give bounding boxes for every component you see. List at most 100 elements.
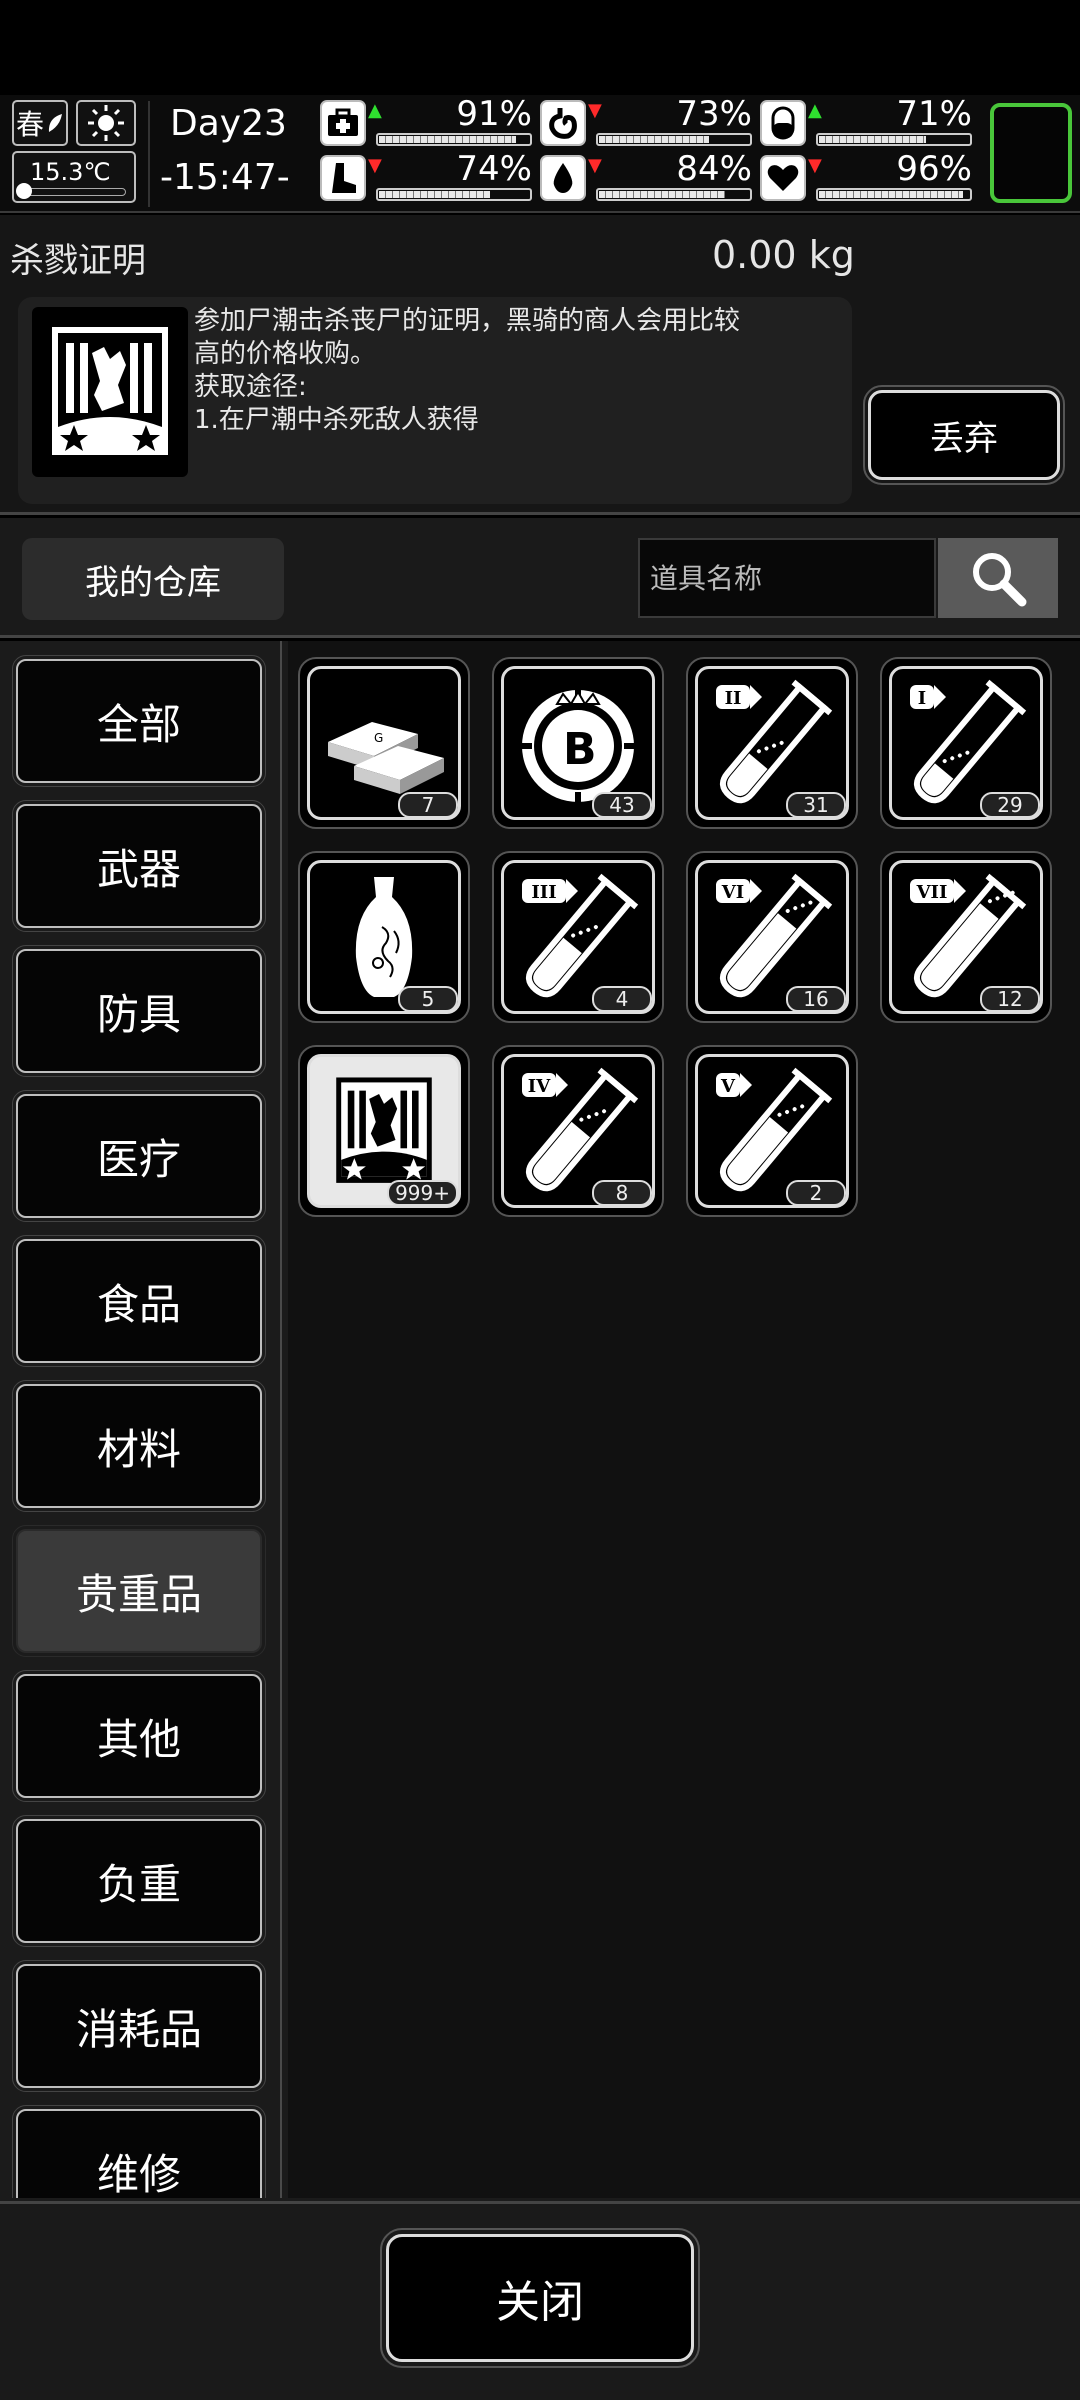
item-weight: 0.00 kg bbox=[712, 233, 855, 277]
grade-label: III bbox=[522, 879, 578, 903]
item-count: 12 bbox=[980, 986, 1040, 1012]
thermometer-icon bbox=[16, 183, 32, 199]
mood-bar bbox=[816, 188, 972, 201]
temperature-value: 15.3℃ bbox=[30, 158, 111, 186]
stamina-percent: 74% bbox=[456, 149, 532, 189]
stat-thirst: ▼ 84% bbox=[540, 149, 752, 203]
item-name: 杀戮证明 bbox=[10, 241, 146, 281]
item-count: 999+ bbox=[387, 1180, 458, 1206]
stomach-icon bbox=[540, 100, 586, 146]
category-load[interactable]: 负重 bbox=[12, 1815, 266, 1947]
hunger-bar bbox=[596, 133, 752, 146]
svg-text:VI: VI bbox=[721, 882, 744, 903]
description-line: 获取途径: bbox=[194, 372, 307, 402]
mood-percent: 96% bbox=[896, 149, 972, 189]
svg-text:V: V bbox=[720, 1076, 736, 1097]
clock: -15:47- bbox=[160, 157, 290, 198]
category-other[interactable]: 其他 bbox=[12, 1670, 266, 1802]
item-slot-coin[interactable]: B 43 bbox=[492, 657, 664, 829]
my-warehouse-button[interactable]: 我的仓库 bbox=[22, 538, 284, 620]
grade-label: IV bbox=[522, 1073, 568, 1097]
search-icon bbox=[973, 553, 1027, 607]
item-description: 参加尸潮击杀丧尸的证明，黑骑的商人会用比较 高的价格收购。 获取途径: 1.在尸… bbox=[194, 305, 834, 437]
thirst-bar bbox=[596, 188, 752, 201]
stamina-bar bbox=[376, 188, 532, 201]
trend-down-icon: ▼ bbox=[588, 155, 602, 176]
medicine-bar bbox=[816, 133, 972, 146]
item-detail-panel: 杀戮证明 0.00 kg 参加尸潮击杀丧尸的证明，黑骑的商人会用比较 高的价格收… bbox=[0, 215, 1080, 515]
item-slot-gold-bar[interactable]: G 7 bbox=[298, 657, 470, 829]
item-slot-potion-v[interactable]: V 2 bbox=[686, 1045, 858, 1217]
category-weapons[interactable]: 武器 bbox=[12, 800, 266, 932]
trend-up-icon: ▲ bbox=[368, 100, 382, 121]
hunger-percent: 73% bbox=[676, 94, 752, 134]
health-bar bbox=[376, 133, 532, 146]
item-count: 16 bbox=[786, 986, 846, 1012]
status-bar: 春 15.3℃ Day23 -15:47- ▲ 91% ▼ 73% ▲ 71% … bbox=[0, 94, 1080, 213]
item-search-input[interactable] bbox=[638, 538, 936, 618]
medkit-icon bbox=[320, 100, 366, 146]
svg-text:VII: VII bbox=[916, 882, 948, 903]
search-button[interactable] bbox=[938, 538, 1058, 618]
category-all[interactable]: 全部 bbox=[12, 655, 266, 787]
item-count: 7 bbox=[398, 792, 458, 818]
item-slot-potion-iv[interactable]: IV 8 bbox=[492, 1045, 664, 1217]
weather-indicator bbox=[76, 100, 136, 146]
water-drop-icon bbox=[540, 155, 586, 201]
description-line: 高的价格收购。 bbox=[194, 339, 377, 369]
item-count: 29 bbox=[980, 792, 1040, 818]
grade-label: VII bbox=[910, 879, 966, 903]
trend-down-icon: ▼ bbox=[808, 155, 822, 176]
category-medical[interactable]: 医疗 bbox=[12, 1090, 266, 1222]
kill-proof-icon bbox=[32, 307, 188, 477]
heart-icon bbox=[760, 155, 806, 201]
item-count: 43 bbox=[592, 792, 652, 818]
svg-text:III: III bbox=[531, 882, 556, 903]
stat-mood: ▼ 96% bbox=[760, 149, 972, 203]
item-description-box: 参加尸潮击杀丧尸的证明，黑骑的商人会用比较 高的价格收购。 获取途径: 1.在尸… bbox=[18, 297, 852, 504]
inventory-body: 全部 武器 防具 医疗 食品 材料 贵重品 其他 负重 消耗品 维修 G 7 B bbox=[0, 641, 1080, 2201]
pill-icon bbox=[760, 100, 806, 146]
item-count: 8 bbox=[592, 1180, 652, 1206]
category-consumables[interactable]: 消耗品 bbox=[12, 1960, 266, 2092]
season-label: 春 bbox=[15, 108, 44, 141]
category-repair[interactable]: 维修 bbox=[12, 2105, 266, 2198]
item-slot-potion-vi[interactable]: VI 16 bbox=[686, 851, 858, 1023]
sun-icon bbox=[88, 105, 124, 141]
item-slot-kill-proof[interactable]: 999+ bbox=[298, 1045, 470, 1217]
discard-button[interactable]: 丢弃 bbox=[863, 385, 1065, 485]
item-slot-vase[interactable]: 5 bbox=[298, 851, 470, 1023]
item-slot-potion-i[interactable]: I 29 bbox=[880, 657, 1052, 829]
stat-medicine: ▲ 71% bbox=[760, 94, 972, 148]
grade-label: II bbox=[716, 685, 762, 709]
temperature-indicator: 15.3℃ bbox=[12, 151, 136, 203]
item-slot-potion-ii[interactable]: II 31 bbox=[686, 657, 858, 829]
close-button[interactable]: 关闭 bbox=[380, 2228, 700, 2368]
trend-up-icon: ▲ bbox=[808, 100, 822, 121]
coin-icon: B bbox=[522, 690, 634, 802]
stat-stamina: ▼ 74% bbox=[320, 149, 532, 203]
medicine-percent: 71% bbox=[896, 94, 972, 134]
grade-label: VI bbox=[716, 879, 762, 903]
stat-hunger: ▼ 73% bbox=[540, 94, 752, 148]
foot-icon bbox=[320, 155, 366, 201]
category-food[interactable]: 食品 bbox=[12, 1235, 266, 1367]
status-effect-slot[interactable] bbox=[990, 103, 1072, 203]
description-line: 1.在尸潮中杀死敌人获得 bbox=[194, 405, 479, 435]
day-counter: Day23 bbox=[170, 103, 287, 144]
trend-down-icon: ▼ bbox=[368, 155, 382, 176]
category-valuables[interactable]: 贵重品 bbox=[12, 1525, 266, 1657]
category-list[interactable]: 全部 武器 防具 医疗 食品 材料 贵重品 其他 负重 消耗品 维修 bbox=[0, 641, 282, 2198]
stat-health: ▲ 91% bbox=[320, 94, 532, 148]
category-materials[interactable]: 材料 bbox=[12, 1380, 266, 1512]
item-slot-potion-vii[interactable]: VII 12 bbox=[880, 851, 1052, 1023]
category-armor[interactable]: 防具 bbox=[12, 945, 266, 1077]
svg-text:G: G bbox=[374, 731, 383, 745]
svg-text:B: B bbox=[563, 724, 597, 775]
svg-text:IV: IV bbox=[528, 1076, 551, 1097]
item-count: 4 bbox=[592, 986, 652, 1012]
thirst-percent: 84% bbox=[676, 149, 752, 189]
item-slot-potion-iii[interactable]: III 4 bbox=[492, 851, 664, 1023]
description-line: 参加尸潮击杀丧尸的证明，黑骑的商人会用比较 bbox=[194, 306, 741, 336]
svg-text:II: II bbox=[725, 688, 742, 709]
